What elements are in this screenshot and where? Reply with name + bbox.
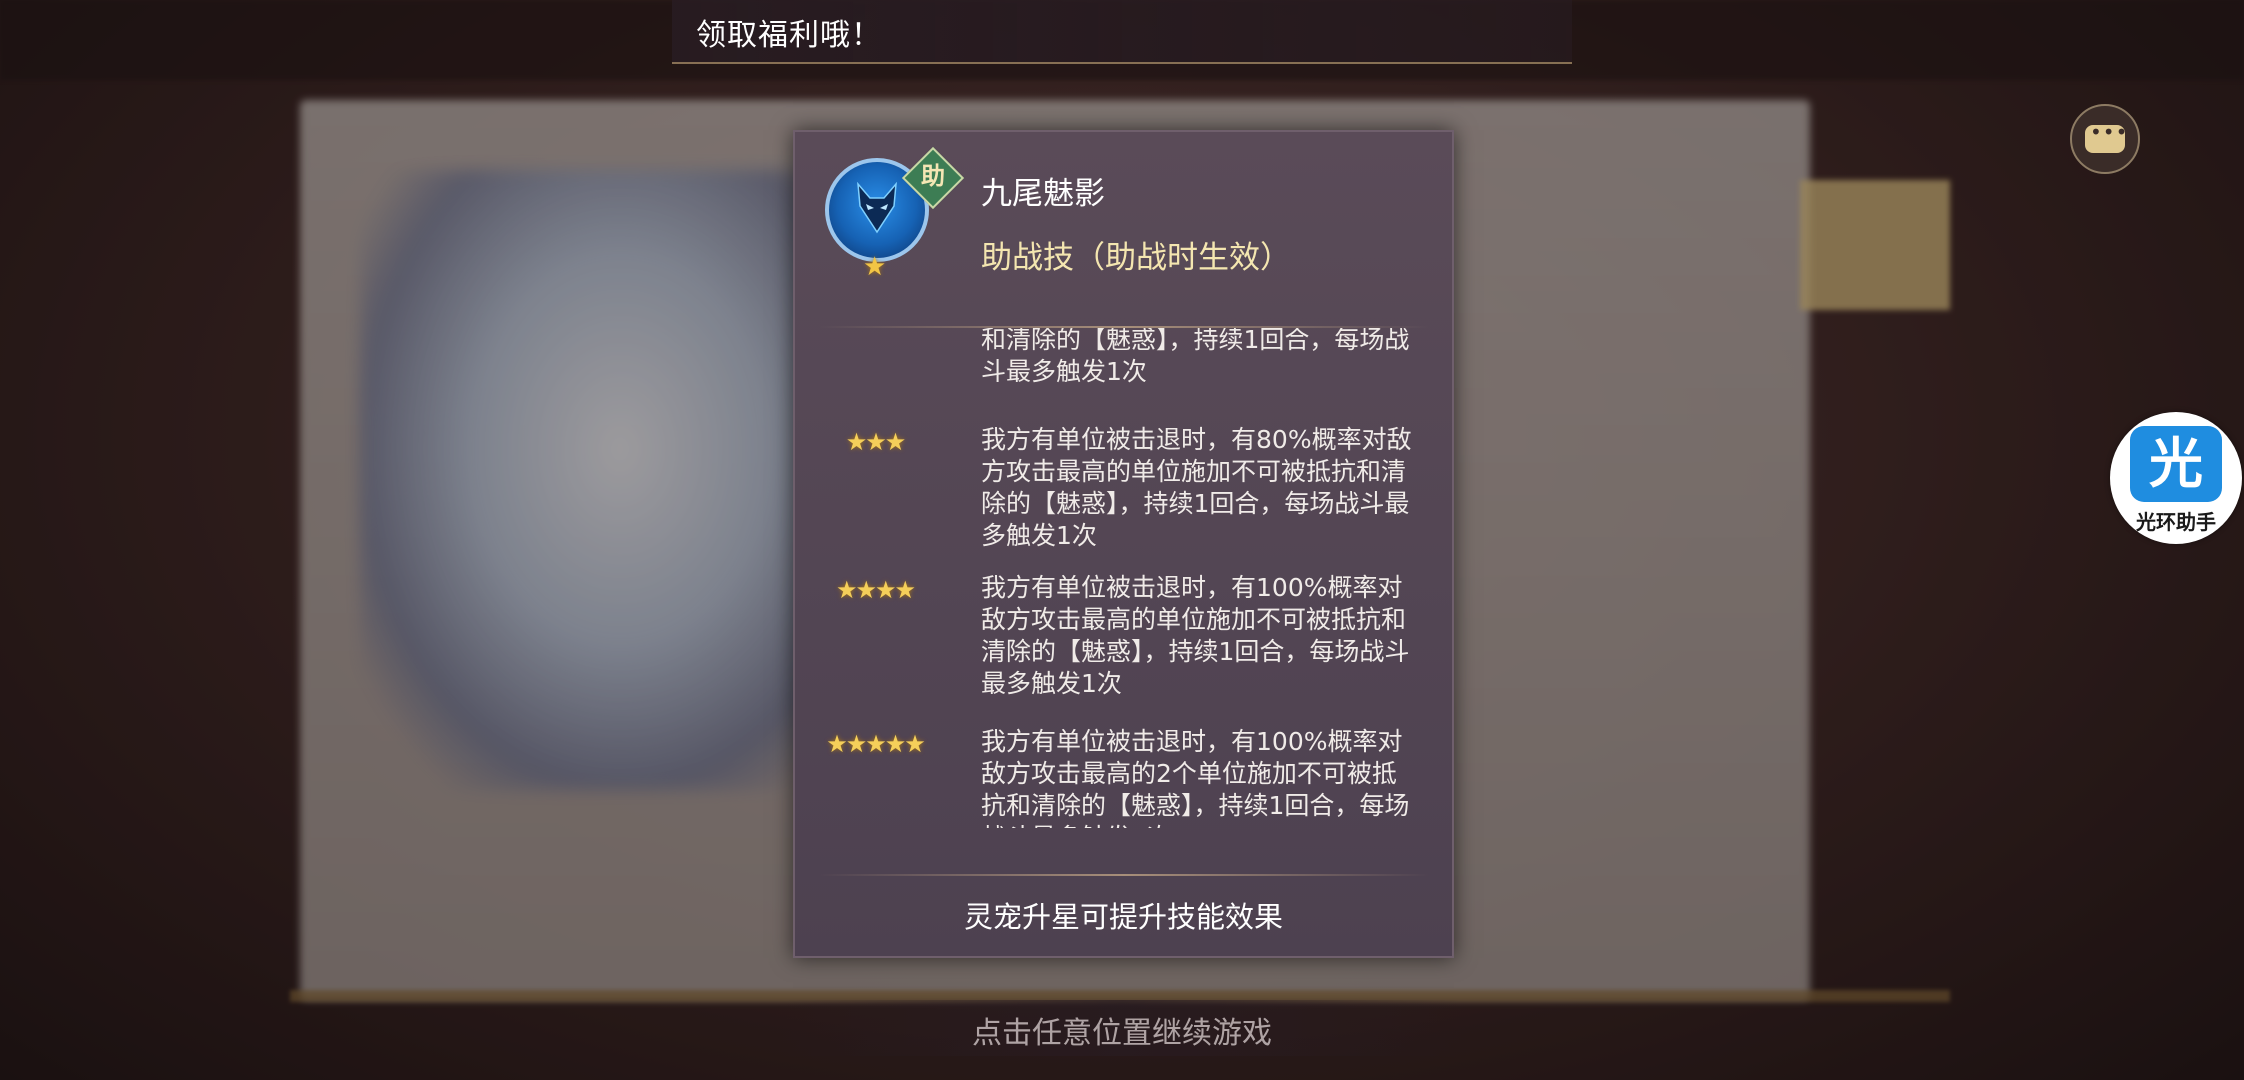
assistant-float-button[interactable]: 光 光环助手	[2110, 412, 2242, 544]
continue-hint[interactable]: 点击任意位置继续游戏	[0, 1008, 2244, 1052]
tier-stars: ★★★★★	[826, 730, 926, 758]
tier-description: 对敌方攻击最高的单位施加不可被抵抗和清除的【魅惑】，持续1回合，每场战斗最多触发…	[981, 328, 1410, 386]
tier-stars: ★★★★	[835, 576, 916, 604]
assistant-label: 光环助手	[2136, 510, 2216, 534]
skill-name: 九尾魅影	[981, 176, 1105, 212]
notice-text: 领取福利哦！	[696, 18, 882, 53]
tier-description: 我方有单位被击退时，有100%概率对敌方攻击最高的单位施加不可被抵抗和清除的【魅…	[981, 573, 1410, 698]
tier-description: 我方有单位被击退时，有100%概率对敌方攻击最高的2个单位施加不可被抵抗和清除的…	[981, 727, 1410, 828]
skill-type: 助战技（助战时生效）	[981, 240, 1291, 276]
upgrade-hint: 灵宠升星可提升技能效果	[963, 900, 1283, 934]
fox-head-icon	[857, 182, 897, 234]
helper-badge-label: 助	[921, 162, 945, 190]
tier-description: 我方有单位被击退时，有80%概率对敌方攻击最高的单位施加不可被抵抗和清除的【魅惑…	[981, 425, 1412, 550]
footer-divider	[819, 874, 1429, 876]
chat-button[interactable]	[2070, 104, 2140, 174]
assistant-logo-icon: 光	[2130, 426, 2222, 502]
star-icon: ★	[863, 252, 887, 282]
skill-tier-list[interactable]: ★★ 对敌方攻击最高的单位施加不可被抵抗和清除的【魅惑】，持续1回合，每场战斗最…	[795, 328, 1452, 828]
tier-stars: ★★★	[845, 428, 907, 456]
chat-bubble-icon	[2085, 120, 2128, 153]
skill-detail-popup: 助 ★ 九尾魅影 助战技（助战时生效） ★★ 对敌方攻击最高的单位施加不可被抵抗…	[793, 130, 1454, 958]
